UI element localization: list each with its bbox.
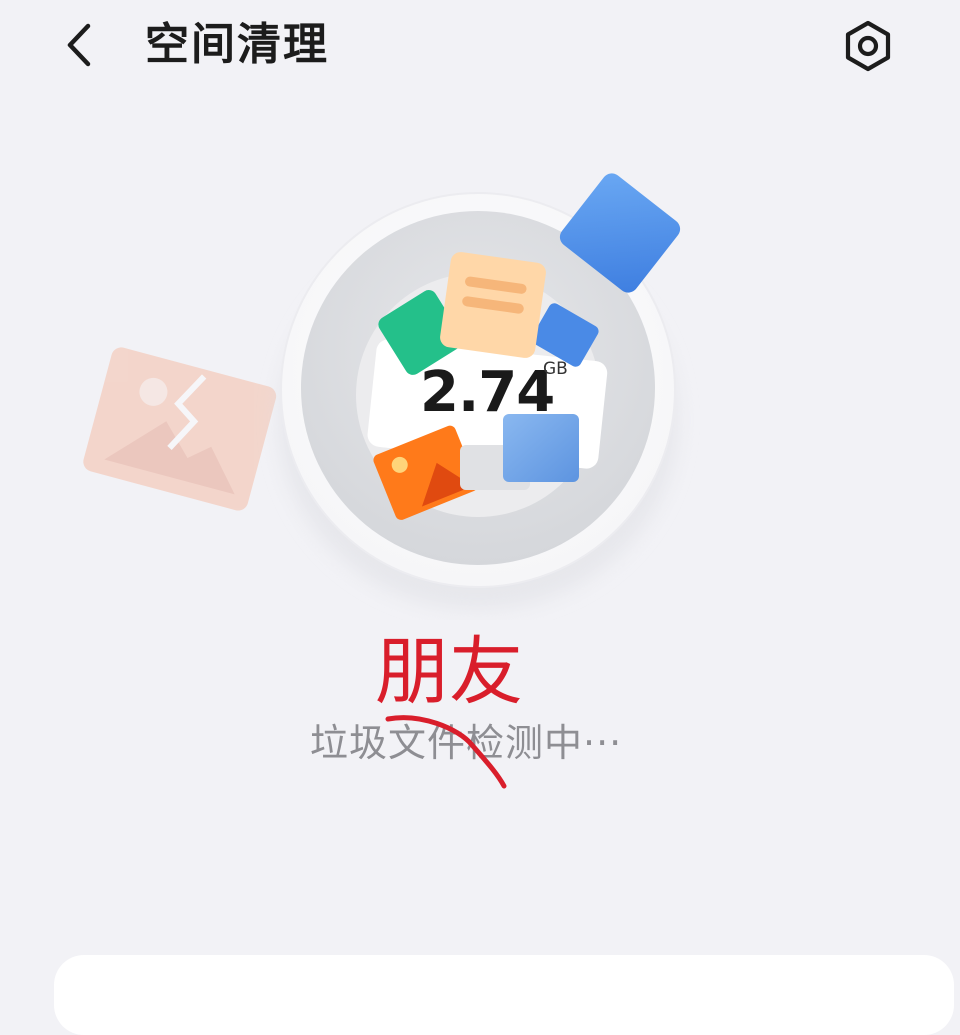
broken-image-icon <box>83 347 277 511</box>
chevron-left-icon <box>67 23 91 67</box>
page-title: 空间清理 <box>145 19 329 70</box>
junk-size-value: 2.74 <box>420 360 555 425</box>
settings-button[interactable] <box>838 16 898 76</box>
bottom-card <box>54 955 954 1035</box>
back-button[interactable] <box>52 18 108 74</box>
handwritten-annotation: 朋友 <box>375 629 523 715</box>
header-bar: 空间清理 <box>0 0 960 95</box>
scan-status-text: 垃圾文件检测中··· <box>310 721 623 765</box>
hexagon-gear-icon <box>845 20 891 72</box>
document-icon <box>440 252 546 358</box>
junk-size-unit: GB <box>543 359 568 379</box>
